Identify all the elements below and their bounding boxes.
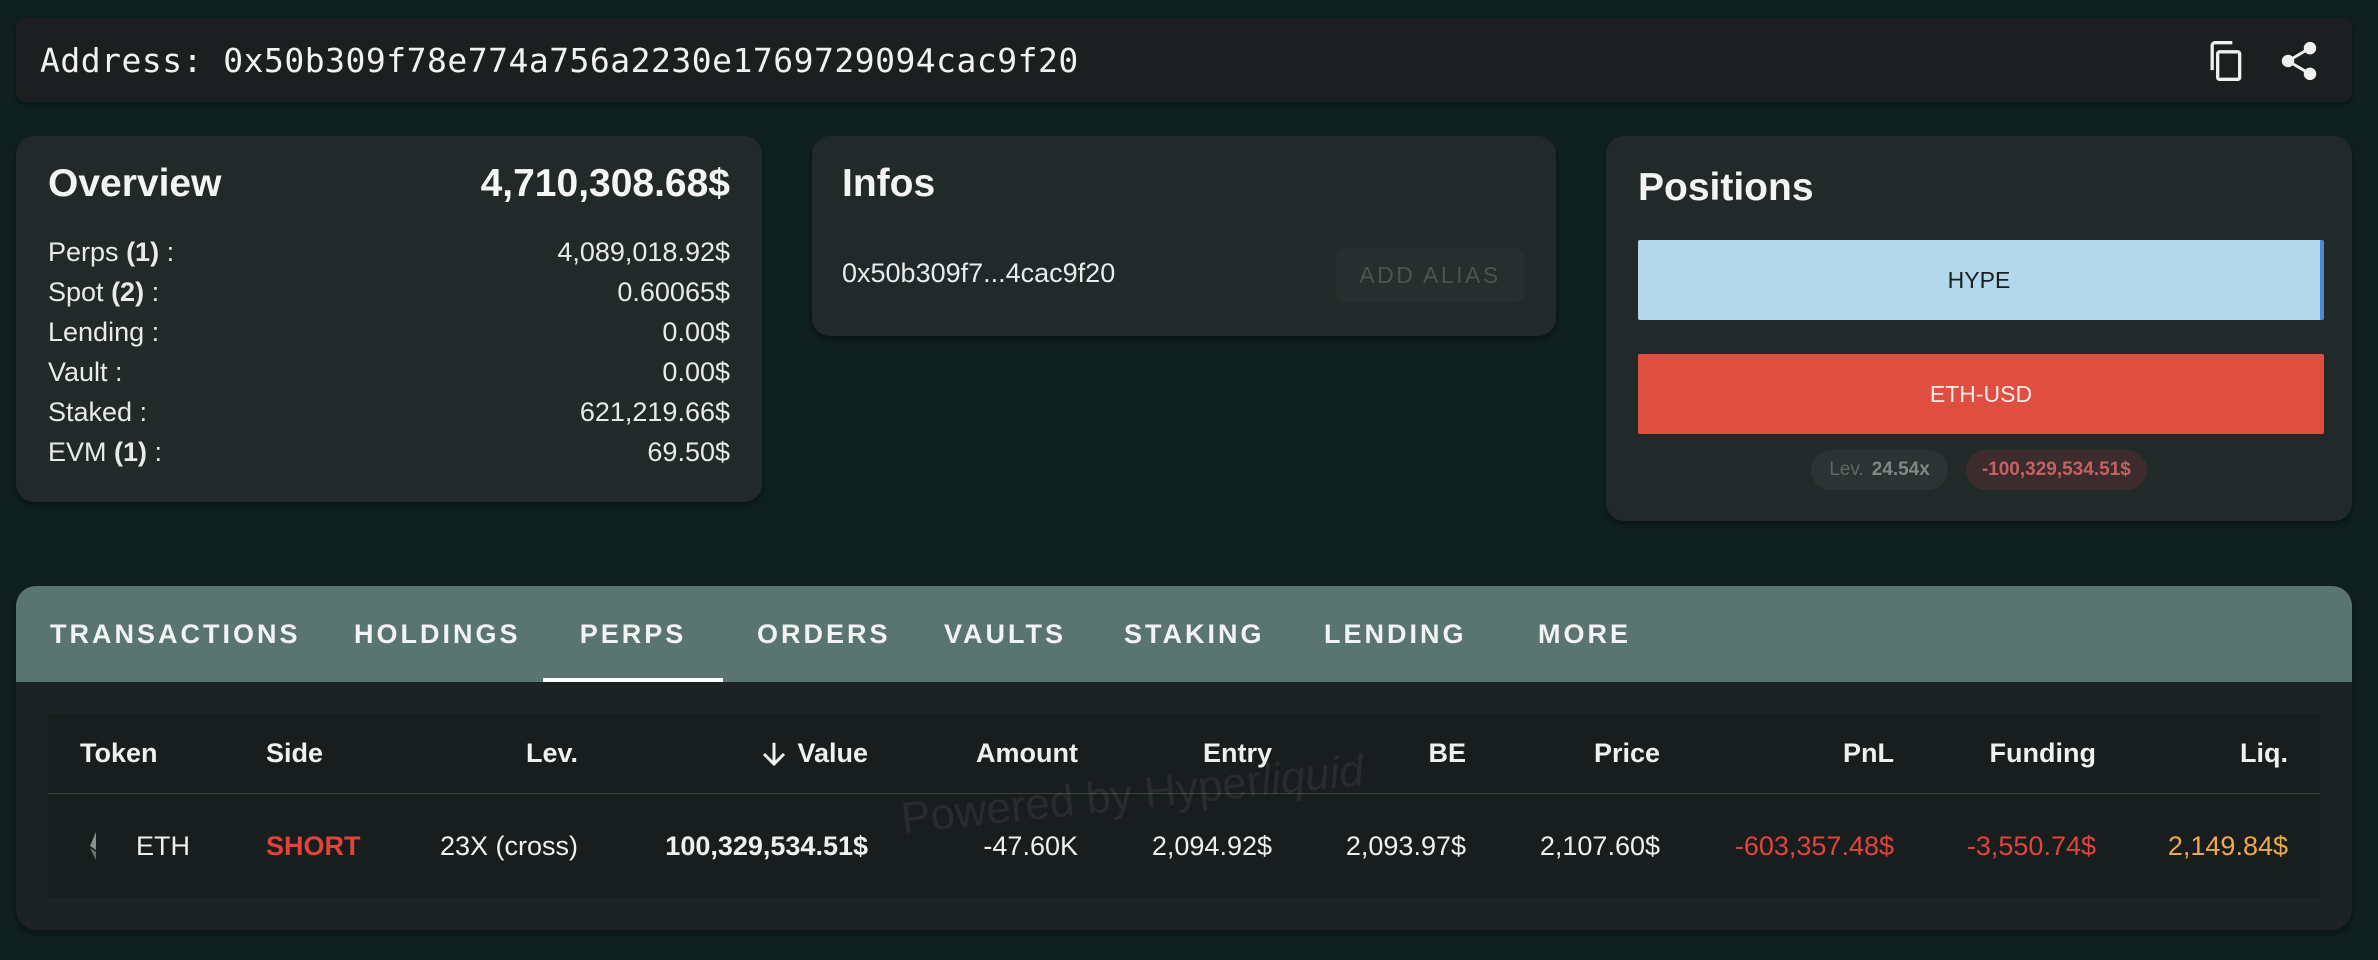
overview-row-perps: Perps (1) : 4,089,018.92$ [48, 232, 730, 272]
perps-table: Token Side Lev. Value Amount Entry BE Pr… [48, 714, 2320, 898]
overview-row-value: 4,089,018.92$ [557, 237, 730, 267]
overview-row-count: (1) [126, 237, 160, 267]
cell-value: 100,329,534.51$ [665, 830, 868, 861]
header-entry[interactable]: Entry [1108, 714, 1272, 793]
overview-row-lending: Lending : 0.00$ [48, 312, 730, 352]
overview-rows: Perps (1) : 4,089,018.92$ Spot (2) : 0.6… [48, 232, 730, 472]
cell-funding: -3,550.74$ [1966, 830, 2096, 861]
ethereum-icon [88, 794, 104, 898]
overview-row-label: Perps [48, 237, 119, 267]
tab-holdings[interactable]: HOLDINGS [354, 586, 521, 682]
tab-transactions[interactable]: TRANSACTIONS [50, 586, 301, 682]
overview-row-count: (1) [114, 437, 148, 467]
cell-lev: 23X (cross) [439, 830, 578, 861]
table-row[interactable]: ETH SHORT 23X (cross) 100,329,534.51$ -4… [48, 794, 2320, 898]
tab-orders[interactable]: ORDERS [757, 586, 891, 682]
header-liq[interactable]: Liq. [2128, 714, 2288, 793]
overview-row-value: 69.50$ [647, 437, 730, 467]
cell-token: ETH [136, 830, 190, 861]
header-side[interactable]: Side [266, 714, 323, 793]
header-value-sort[interactable]: Value [648, 714, 868, 793]
pnl-badge: -100,329,534.51$ [1965, 450, 2147, 490]
cell-side: SHORT [266, 830, 361, 861]
short-address: 0x50b309f7...4cac9f20 [842, 258, 1116, 288]
cell-pnl: -603,357.48$ [1734, 830, 1894, 861]
positions-card: Positions HYPE ETH-USD Lev. 24.54x -100,… [1606, 136, 2352, 521]
header-pnl[interactable]: PnL [1688, 714, 1894, 793]
overview-row-value: 621,219.66$ [579, 397, 730, 427]
overview-row-evm: EVM (1) : 69.50$ [48, 432, 730, 472]
share-icon[interactable] [2274, 36, 2324, 86]
overview-row-suffix: : [144, 277, 160, 307]
header-lev[interactable]: Lev. [408, 714, 578, 793]
header-token[interactable]: Token [80, 714, 158, 793]
overview-row-label: Vault : [48, 357, 123, 387]
header-value: Value [797, 738, 868, 768]
overview-row-value: 0.60065$ [617, 277, 730, 307]
add-alias-button[interactable]: ADD ALIAS [1336, 248, 1524, 302]
tab-more[interactable]: MORE [1538, 586, 1631, 682]
overview-row-count: (2) [111, 277, 145, 307]
position-eth-usd[interactable]: ETH-USD [1638, 354, 2324, 434]
cell-liq: 2,149.84$ [2167, 830, 2288, 861]
table-header: Token Side Lev. Value Amount Entry BE Pr… [48, 714, 2320, 794]
position-hype[interactable]: HYPE [1638, 240, 2324, 320]
address-bar: Address: 0x50b309f78e774a756a2230e176972… [16, 18, 2352, 102]
tab-vaults[interactable]: VAULTS [944, 586, 1066, 682]
header-be[interactable]: BE [1308, 714, 1466, 793]
cell-entry: 2,094.92$ [1151, 830, 1272, 861]
address-text: Address: 0x50b309f78e774a756a2230e176972… [40, 40, 1079, 80]
overview-row-value: 0.00$ [662, 357, 730, 387]
overview-row-staked: Staked : 621,219.66$ [48, 392, 730, 432]
tab-lending[interactable]: LENDING [1324, 586, 1467, 682]
cell-price: 2,107.60$ [1539, 830, 1660, 861]
overview-row-value: 0.00$ [662, 317, 730, 347]
overview-row-label: Spot [48, 277, 104, 307]
overview-row-label: Staked : [48, 397, 148, 427]
copy-icon[interactable] [2200, 36, 2250, 86]
perps-panel: TRANSACTIONS HOLDINGS PERPS ORDERS VAULT… [16, 586, 2352, 930]
positions-title: Positions [1638, 166, 1814, 209]
overview-row-suffix: : [159, 237, 175, 267]
infos-card: Infos 0x50b309f7...4cac9f20 ADD ALIAS [812, 136, 1556, 336]
leverage-badge: Lev. 24.54x [1811, 450, 1948, 490]
header-amount[interactable]: Amount [918, 714, 1078, 793]
tab-perps[interactable]: PERPS [543, 586, 723, 682]
arrow-down-icon [763, 742, 786, 766]
cell-be: 2,093.97$ [1345, 830, 1466, 861]
tab-bar: TRANSACTIONS HOLDINGS PERPS ORDERS VAULT… [16, 586, 2352, 682]
tab-staking[interactable]: STAKING [1124, 586, 1265, 682]
overview-title: Overview [48, 162, 222, 205]
infos-title: Infos [842, 162, 936, 205]
overview-row-spot: Spot (2) : 0.60065$ [48, 272, 730, 312]
overview-card: Overview 4,710,308.68$ Perps (1) : 4,089… [16, 136, 762, 502]
leverage-value: 24.54x [1871, 459, 1930, 480]
header-funding[interactable]: Funding [1908, 714, 2096, 793]
overview-total: 4,710,308.68$ [480, 162, 730, 205]
address-actions [2200, 36, 2324, 86]
leverage-label: Lev. [1829, 459, 1864, 480]
overview-row-label: EVM [48, 437, 107, 467]
overview-row-suffix: : [147, 437, 163, 467]
position-badges: Lev. 24.54x -100,329,534.51$ [1606, 450, 2352, 490]
header-price[interactable]: Price [1498, 714, 1660, 793]
cell-amount: -47.60K [983, 830, 1078, 861]
overview-row-label: Lending : [48, 317, 160, 347]
overview-row-vault: Vault : 0.00$ [48, 352, 730, 392]
